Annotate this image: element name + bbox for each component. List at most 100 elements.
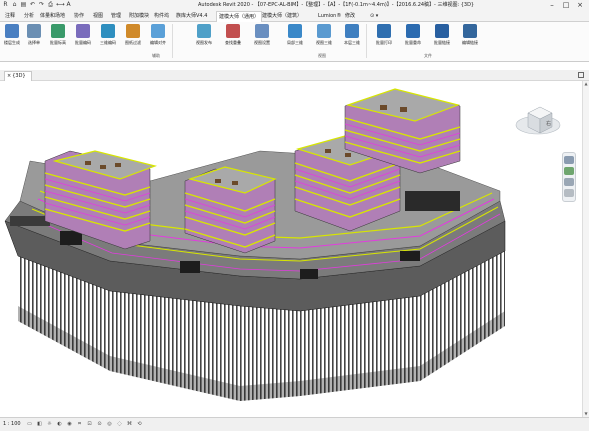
quick-access-toolbar: R ⌂ ▤ ↶ ↷ ⎙ ⟷ A (2, 1, 72, 9)
find-overlap-icon (226, 24, 240, 38)
navigation-bar (562, 152, 576, 202)
batch-link-icon (435, 24, 449, 38)
tab-annotate[interactable]: 注释 (5, 11, 15, 22)
batch-code-button[interactable]: 批量编码 (71, 23, 95, 51)
level-3d-icon (345, 24, 359, 38)
level-3d-button[interactable]: 本层三维 (340, 23, 364, 51)
edit-align-icon (151, 24, 165, 38)
unlocked-view-icon[interactable]: ⊙ (96, 421, 103, 428)
edit-align-button[interactable]: 编辑对齐 (146, 23, 170, 51)
scale-selector[interactable]: 1 : 100 (3, 421, 21, 428)
view-publish-icon (197, 24, 211, 38)
orbit-icon[interactable] (564, 189, 574, 197)
view-settings-button[interactable]: 视图设置 (250, 23, 274, 51)
building-model: 右 (4, 88, 561, 401)
panel-label-view: 视图 (318, 53, 326, 58)
window-title: Autodesk Revit 2020 - 【07-EPC-AL-BIM】-【整… (198, 2, 475, 8)
3d-code-button[interactable]: 三维编码 (96, 23, 120, 51)
crop-view-icon[interactable]: ⌗ (76, 421, 83, 428)
drawing-filter-icon (126, 24, 140, 38)
panel-label-assist: 辅助 (152, 53, 160, 58)
view-settings-icon (255, 24, 269, 38)
drawing-filter-button[interactable]: 图纸过滤 (121, 23, 145, 51)
find-overlap-button[interactable]: 查找重叠 (221, 23, 245, 51)
window-controls: – □ × (545, 0, 587, 10)
analytical-model-icon[interactable]: ⌘ (126, 421, 133, 428)
visual-style-icon[interactable]: ◧ (36, 421, 43, 428)
local-3d-icon (288, 24, 302, 38)
batch-link-button[interactable]: 批量链接 (430, 23, 454, 51)
view-tab-bar: ×{3D} (0, 70, 589, 81)
ribbon-panel: 楼层生成 选择单 批量标高 批量编码 三维编码 图纸过滤 编辑对齐 视图发布 查… (0, 22, 589, 62)
shadows-icon[interactable]: ◐ (56, 421, 63, 428)
batch-elevation-icon (51, 24, 65, 38)
select-button[interactable]: 选择单 (22, 23, 46, 51)
edit-link-icon (463, 24, 477, 38)
close-icon[interactable]: × (573, 0, 587, 10)
floor-generate-icon (5, 24, 19, 38)
tab-massing[interactable]: 体量和场地 (40, 11, 65, 22)
edit-link-button[interactable]: 编辑链接 (458, 23, 482, 51)
pan-icon[interactable] (564, 178, 574, 186)
batch-elevation-button[interactable]: 批量标高 (46, 23, 70, 51)
detail-level-icon[interactable]: ▭ (26, 421, 33, 428)
measure-icon[interactable]: ⟷ (56, 1, 65, 9)
zoom-icon[interactable] (564, 167, 574, 175)
show-crop-icon[interactable]: ⊡ (86, 421, 93, 428)
floor-generate-button[interactable]: 楼层生成 (0, 23, 24, 51)
3d-code-icon (101, 24, 115, 38)
tab-analyze[interactable]: 分析 (24, 11, 34, 22)
viewcube-face-label: 右 (546, 120, 551, 127)
sun-path-icon[interactable]: ☼ (46, 421, 53, 428)
view-tab-3d[interactable]: ×{3D} (4, 71, 32, 81)
3d-view-canvas[interactable]: 右 (0, 81, 582, 417)
ribbon-tabs: 注释 分析 体量和场地 协作 视图 管理 附加模块 构件坞 族库大师V4.4 建… (0, 11, 589, 22)
view-publish-button[interactable]: 视图发布 (192, 23, 216, 51)
batch-rename-button[interactable]: 批量重命 (401, 23, 425, 51)
tab-manage[interactable]: 管理 (111, 11, 121, 22)
batch-code-icon (76, 24, 90, 38)
tab-modeling-arch[interactable]: 建模大师（建筑） (262, 11, 302, 22)
panel-separator (172, 24, 173, 58)
vertical-scrollbar[interactable]: ▲ ▼ (582, 81, 589, 417)
ribbon-options-icon[interactable]: ⊙ ▾ (370, 11, 378, 22)
view-3d-icon (317, 24, 331, 38)
redo-icon[interactable]: ↷ (38, 1, 45, 9)
tab-components[interactable]: 构件坞 (154, 11, 169, 22)
temporary-hide-icon[interactable]: ◎ (106, 421, 113, 428)
maximize-icon[interactable]: □ (559, 0, 573, 10)
print-icon[interactable]: ⎙ (47, 1, 54, 9)
tab-collaborate[interactable]: 协作 (74, 11, 84, 22)
highlight-displacement-icon[interactable]: ⟲ (136, 421, 143, 428)
panel-separator (366, 24, 367, 58)
minimize-icon[interactable]: – (545, 0, 559, 10)
text-icon[interactable]: A (65, 1, 72, 9)
scroll-up-icon[interactable]: ▲ (583, 81, 589, 87)
select-icon (27, 24, 41, 38)
view-control-bar: 1 : 100 ▭ ◧ ☼ ◐ ◉ ⌗ ⊡ ⊙ ◎ ◌ ⌘ ⟲ (0, 417, 589, 431)
panel-label-file: 文件 (424, 53, 432, 58)
tab-modeling-general[interactable]: 建模大师（通用） (216, 11, 263, 22)
steering-wheel-icon[interactable] (564, 156, 574, 164)
render-icon[interactable]: ◉ (66, 421, 73, 428)
restore-view-icon[interactable] (578, 72, 584, 78)
tab-addins[interactable]: 附加模块 (129, 11, 149, 22)
undo-icon[interactable]: ↶ (29, 1, 36, 9)
local-3d-button[interactable]: 局部三维 (283, 23, 307, 51)
reveal-hidden-icon[interactable]: ◌ (116, 421, 123, 428)
title-bar: R ⌂ ▤ ↶ ↷ ⎙ ⟷ A Autodesk Revit 2020 - 【0… (0, 0, 589, 11)
tab-modify[interactable]: 修改 (345, 11, 355, 22)
view-control-icons: ▭ ◧ ☼ ◐ ◉ ⌗ ⊡ ⊙ ◎ ◌ ⌘ ⟲ (26, 421, 143, 428)
tab-lumion[interactable]: Lumion® (318, 11, 341, 22)
tab-family-master[interactable]: 族库大师V4.4 (176, 11, 207, 22)
revit-logo-icon[interactable]: R (2, 1, 9, 9)
view-3d-button[interactable]: 视图三维 (312, 23, 336, 51)
close-view-icon[interactable]: × (7, 73, 11, 79)
save-icon[interactable]: ▤ (20, 1, 27, 9)
view-tab-label: {3D} (12, 73, 26, 79)
batch-print-button[interactable]: 批量打印 (372, 23, 396, 51)
viewcube[interactable]: 右 (515, 106, 561, 135)
tab-view[interactable]: 视图 (93, 11, 103, 22)
open-icon[interactable]: ⌂ (11, 1, 18, 9)
batch-rename-icon (406, 24, 420, 38)
